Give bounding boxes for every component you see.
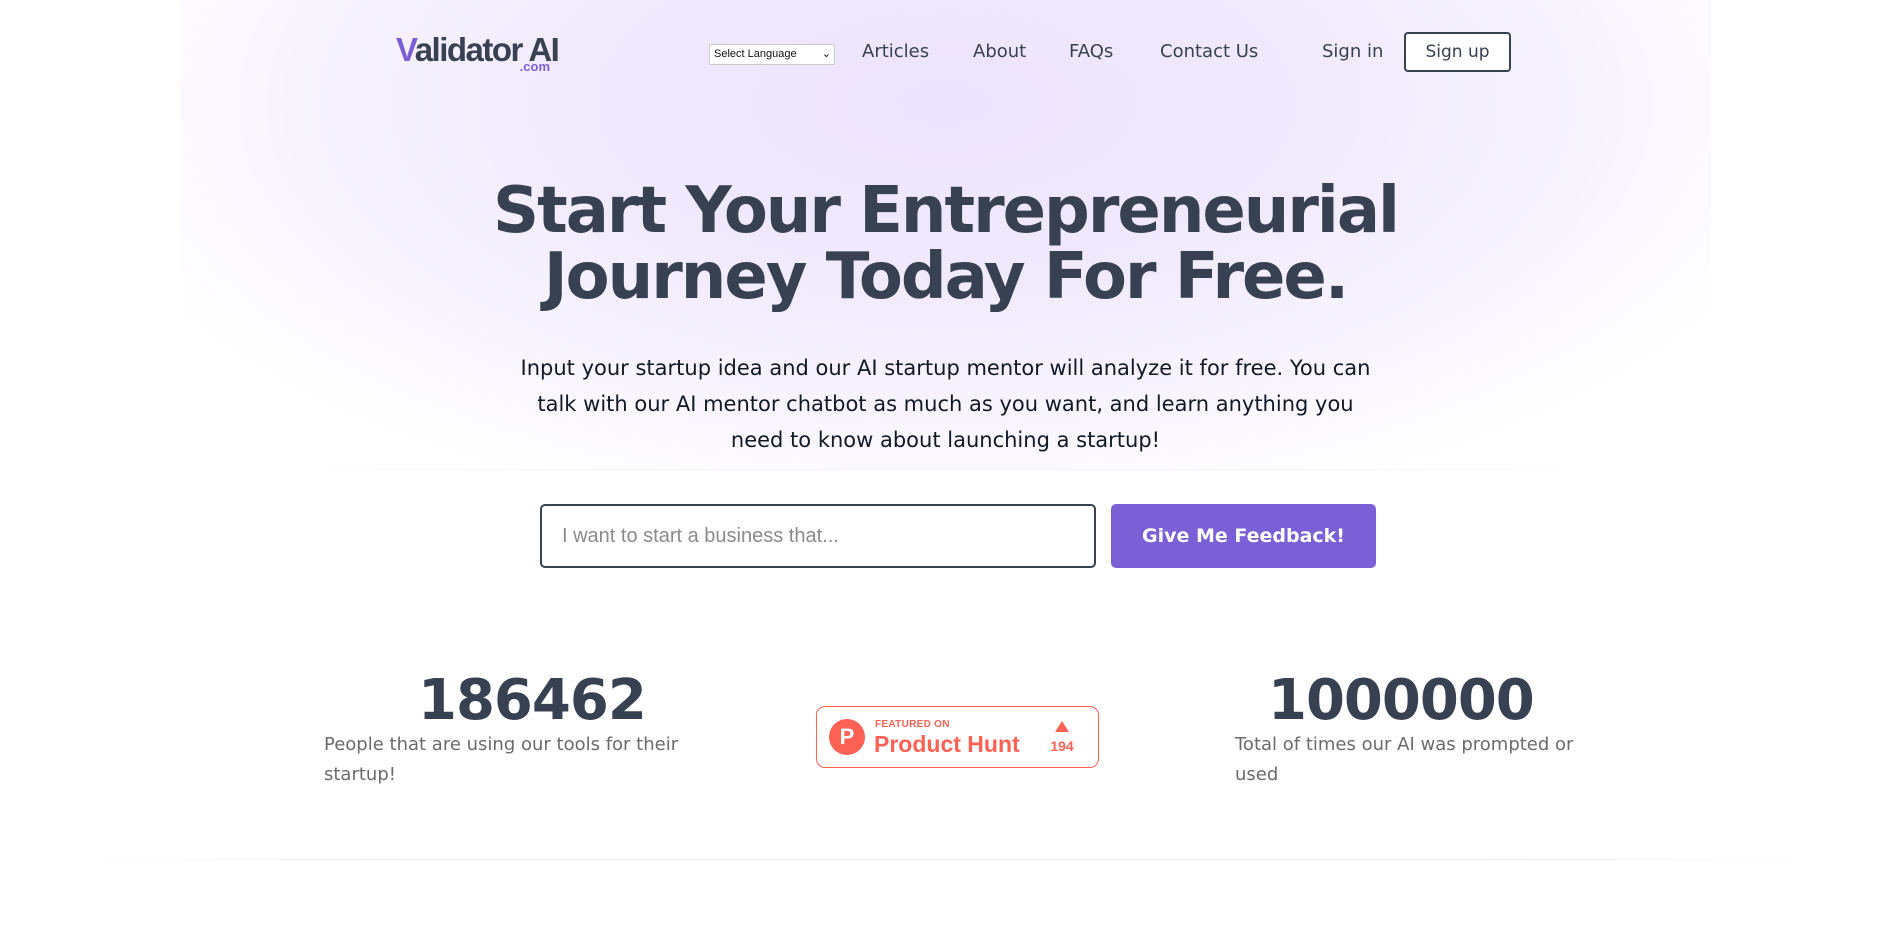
nav-faqs[interactable]: FAQs: [1069, 40, 1113, 64]
product-hunt-featured-label: FEATURED ON: [875, 719, 950, 730]
site-logo[interactable]: Validator AI .com: [396, 30, 560, 76]
product-hunt-logo-icon: P: [829, 719, 865, 755]
section-divider: [60, 859, 1831, 860]
product-hunt-name: Product Hunt: [874, 731, 1020, 757]
hero-title-line-2: Journey Today For Free.: [543, 240, 1349, 314]
hero-title-line-1: Start Your Entrepreneurial: [493, 174, 1400, 248]
hero-title: Start Your Entrepreneurial Journey Today…: [380, 178, 1511, 310]
product-hunt-upvote-count: 194: [1050, 738, 1074, 754]
startup-idea-input[interactable]: [540, 504, 1096, 568]
give-feedback-button[interactable]: Give Me Feedback!: [1111, 504, 1376, 568]
nav-contact-us[interactable]: Contact Us: [1160, 40, 1258, 64]
nav-about[interactable]: About: [973, 40, 1026, 64]
logo-v-letter: V: [396, 31, 416, 68]
logo-domain-suffix: .com: [519, 59, 550, 74]
nav-articles[interactable]: Articles: [862, 40, 929, 64]
sign-up-button[interactable]: Sign up: [1404, 32, 1511, 72]
users-count: 186462: [418, 668, 647, 733]
sign-in-link[interactable]: Sign in: [1322, 40, 1383, 64]
prompts-count: 1000000: [1268, 668, 1535, 733]
product-hunt-badge[interactable]: P FEATURED ON Product Hunt 194: [816, 706, 1099, 768]
chevron-down-icon: ⌄: [821, 48, 831, 60]
upvote-arrow-icon: [1055, 721, 1069, 732]
language-select-value: Select Language: [714, 48, 797, 60]
page: Validator AI .com Select Language ⌄ Arti…: [0, 0, 1891, 925]
language-select[interactable]: Select Language ⌄: [709, 44, 835, 65]
users-count-description: People that are using our tools for thei…: [324, 734, 679, 785]
prompts-count-description: Total of times our AI was prompted or us…: [1235, 734, 1574, 785]
hero-subtitle: Input your startup idea and our AI start…: [520, 356, 1371, 452]
